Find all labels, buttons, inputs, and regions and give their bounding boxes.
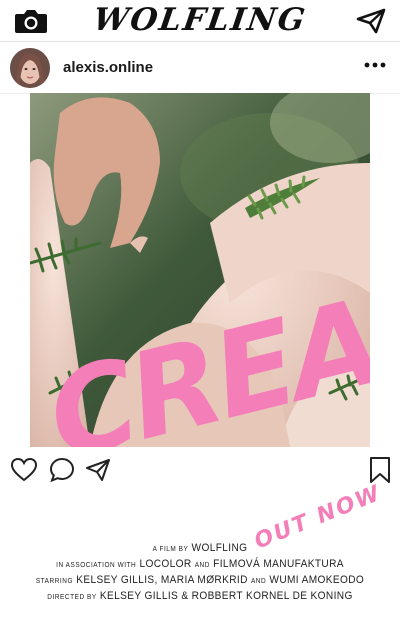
avatar[interactable] xyxy=(10,48,50,88)
credit-line-association: IN ASSOCIATION WITH LOCOLOR AND FILMOVÁ … xyxy=(56,558,344,570)
bookmark-icon[interactable] xyxy=(366,456,394,484)
credit-line-director-company: A FILM BY WOLFLING xyxy=(152,542,248,554)
post-actions xyxy=(0,456,400,486)
paper-plane-icon[interactable] xyxy=(356,8,386,34)
post-image[interactable]: CREAM xyxy=(30,93,370,447)
comment-icon[interactable] xyxy=(48,456,76,484)
app-header: WOLFLING xyxy=(0,0,400,42)
more-dots-icon[interactable] xyxy=(364,60,386,70)
post-header: alexis.online xyxy=(0,42,400,94)
credit-line-directed: DIRECTED BY KELSEY GILLIS & ROBBERT KORN… xyxy=(47,590,353,602)
heart-icon[interactable] xyxy=(10,456,38,484)
post-username[interactable]: alexis.online xyxy=(63,59,153,76)
credit-line-starring: STARRING KELSEY GILLIS, MARIA MØRKRID AN… xyxy=(35,574,365,586)
app-logo: WOLFLING xyxy=(91,2,309,38)
film-credits: A FILM BY WOLFLING IN ASSOCIATION WITH L… xyxy=(0,541,400,605)
paper-plane-icon[interactable] xyxy=(84,456,112,484)
out-now-tagline: OUT NOW xyxy=(244,481,385,555)
